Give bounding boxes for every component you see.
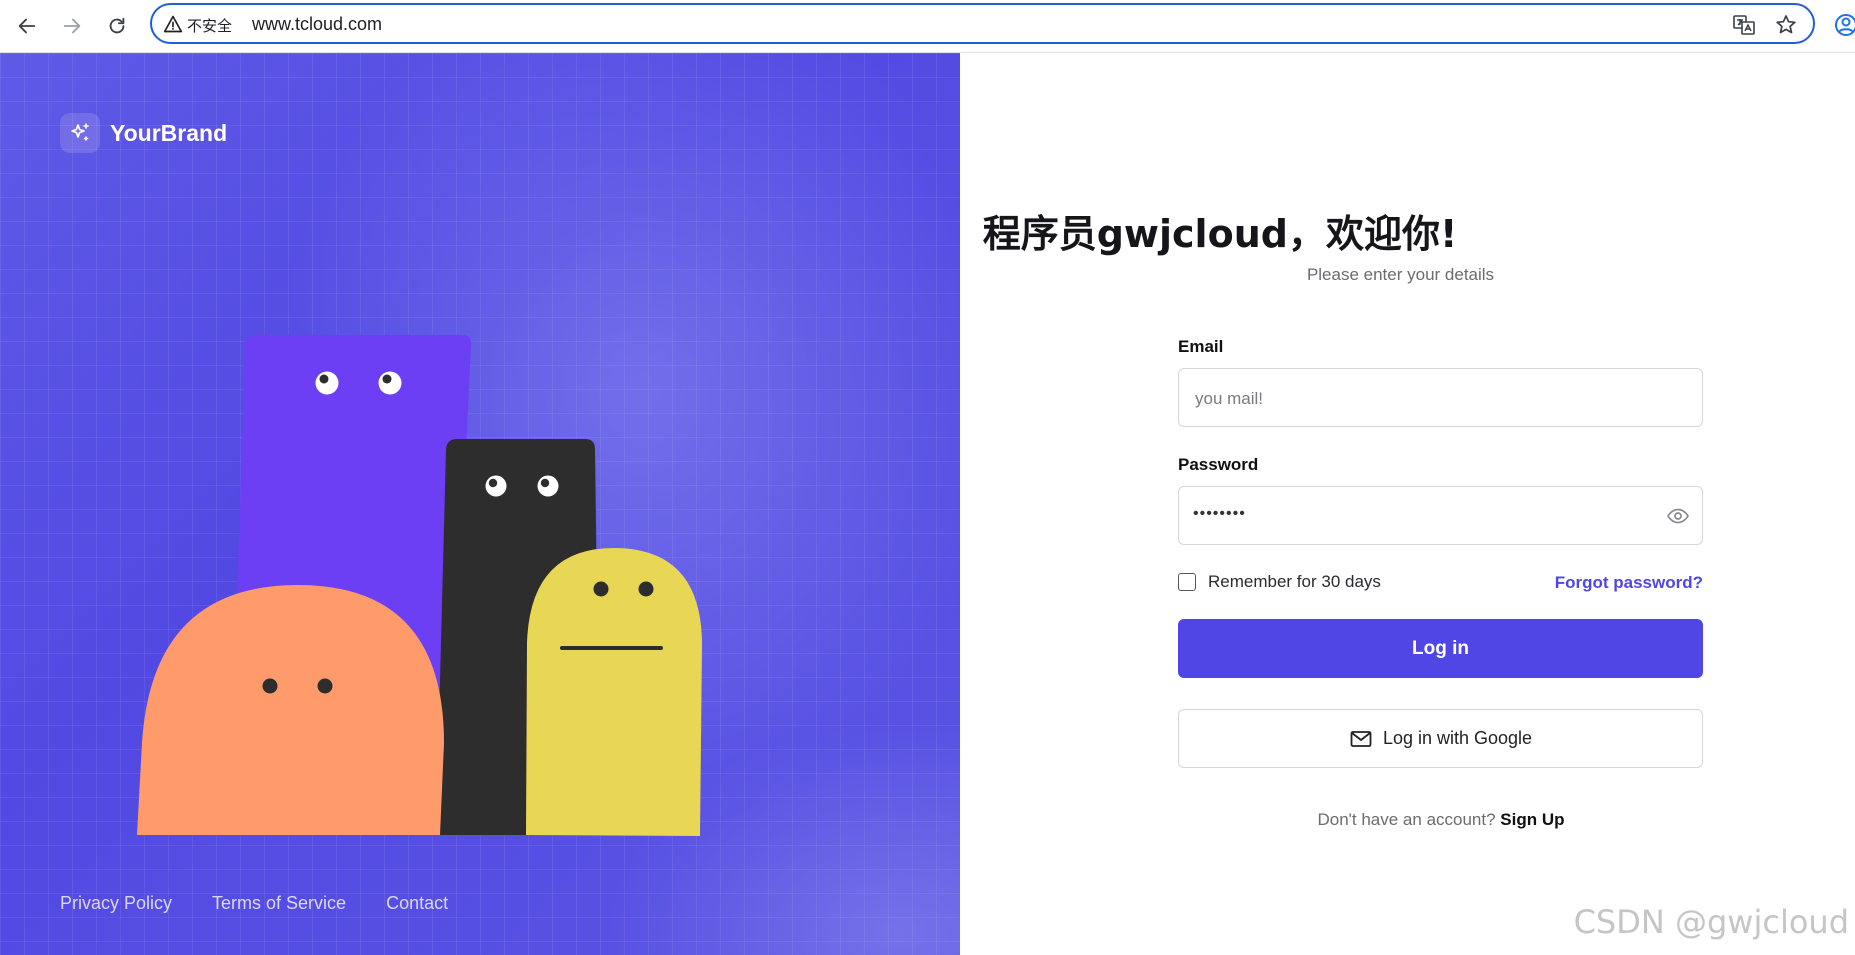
email-input[interactable] [1193, 369, 1657, 428]
password-input[interactable]: •••••••• [1193, 505, 1246, 523]
orange-character [137, 585, 444, 835]
brand-panel: YourBrand Privacy Policy Terms of Servic… [0, 53, 960, 955]
security-label[interactable]: 不安全 [187, 15, 232, 36]
browser-toolbar: 不安全 www.tcloud.com [0, 0, 1855, 53]
page-subtitle: Please enter your details [1306, 265, 1495, 284]
bookmark-star-icon[interactable] [1774, 13, 1798, 37]
page-title: 程序员gwjcloud，欢迎你! [982, 212, 1458, 256]
yellow-character [526, 548, 702, 836]
address-bar[interactable]: 不安全 www.tcloud.com [150, 3, 1815, 44]
arrow-left-icon [18, 18, 36, 34]
remember-checkbox[interactable] [1178, 573, 1196, 591]
characters-illustration [137, 335, 702, 836]
password-label: Password [1178, 455, 1259, 474]
eye-icon[interactable] [1666, 504, 1690, 528]
back-button[interactable] [9, 8, 45, 44]
google-login-button[interactable]: Log in with Google [1178, 709, 1703, 768]
footer-links: Privacy Policy Terms of Service Contact [60, 893, 448, 914]
google-login-label: Log in with Google [1382, 728, 1533, 748]
url-text[interactable]: www.tcloud.com [252, 14, 382, 35]
signup-row: Don't have an account? Sign Up [1179, 810, 1703, 830]
reload-icon [109, 17, 125, 34]
forgot-password-link[interactable]: Forgot password? [1498, 573, 1703, 593]
translate-icon[interactable] [1732, 13, 1756, 37]
profile-icon[interactable] [1833, 12, 1855, 38]
email-label: Email [1178, 337, 1224, 356]
password-field-box[interactable]: •••••••• [1178, 486, 1703, 545]
reload-button[interactable] [99, 8, 135, 44]
warning-triangle-icon[interactable] [163, 14, 183, 34]
mail-icon [1350, 730, 1372, 747]
terms-of-service-link[interactable]: Terms of Service [212, 893, 346, 914]
no-account-text: Don't have an account? [1317, 810, 1496, 829]
remember-me: Remember for 30 days [1178, 572, 1381, 592]
privacy-policy-link[interactable]: Privacy Policy [60, 893, 172, 914]
login-panel: 程序员gwjcloud，欢迎你! Please enter your detai… [960, 53, 1855, 955]
watermark: CSDN @gwjcloud [1573, 903, 1849, 941]
forward-button[interactable] [54, 8, 90, 44]
remember-label[interactable]: Remember for 30 days [1208, 572, 1381, 592]
arrow-right-icon [63, 18, 81, 34]
login-button[interactable]: Log in [1178, 619, 1703, 678]
sign-up-link[interactable]: Sign Up [1500, 810, 1564, 829]
email-field-box[interactable] [1178, 368, 1703, 428]
contact-link[interactable]: Contact [386, 893, 448, 914]
